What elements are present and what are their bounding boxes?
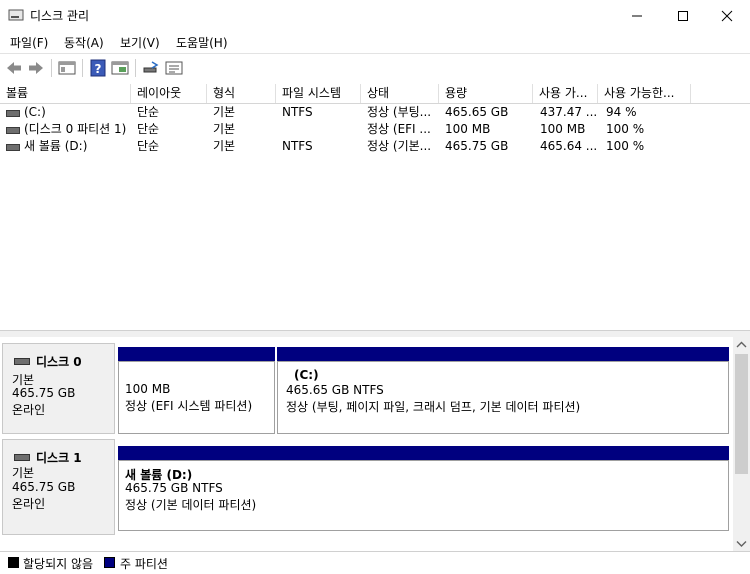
- column-type[interactable]: 형식: [207, 84, 276, 103]
- volume-disk-icon: [6, 127, 20, 134]
- vertical-scrollbar[interactable]: [733, 337, 750, 551]
- cell-status: 정상 (기본...: [367, 139, 432, 153]
- forward-arrow-icon[interactable]: [27, 59, 45, 77]
- partition-status: 정상 (EFI 시스템 파티션): [125, 399, 253, 413]
- properties-icon[interactable]: [111, 59, 129, 77]
- table-row[interactable]: (C:) 단순 기본 NTFS 정상 (부팅... 465.65 GB 437.…: [0, 104, 750, 121]
- volume-disk-icon: [6, 144, 20, 151]
- cell-layout: 단순: [137, 139, 160, 153]
- cell-status: 정상 (부팅...: [367, 105, 432, 119]
- cell-volume: (C:): [24, 105, 46, 119]
- cell-type: 기본: [213, 122, 236, 136]
- column-file-system[interactable]: 파일 시스템: [276, 84, 361, 103]
- minimize-icon: [632, 15, 642, 16]
- maximize-icon: [678, 10, 688, 21]
- menu-view[interactable]: 보기(V): [120, 34, 160, 51]
- partition-status: 정상 (기본 데이터 파티션): [125, 498, 257, 512]
- cell-status: 정상 (EFI ...: [367, 122, 431, 136]
- disk-icon: [14, 358, 30, 365]
- partition-size: 465.75 GB NTFS: [125, 481, 223, 495]
- close-icon: [721, 10, 733, 21]
- scroll-thumb[interactable]: [735, 354, 748, 474]
- disk-icon: [14, 454, 30, 461]
- back-arrow-icon[interactable]: [5, 59, 23, 77]
- disk-0-label[interactable]: 디스크 0 기본 465.75 GB 온라인: [2, 343, 115, 434]
- legend-primary-swatch: [104, 557, 115, 568]
- cell-free-space: 465.64 ...: [540, 139, 598, 153]
- menu-bar: 파일(F) 동작(A) 보기(V) 도움말(H): [0, 31, 750, 53]
- title-bar: 디스크 관리: [0, 0, 750, 31]
- help-icon[interactable]: ?: [89, 59, 107, 77]
- cell-type: 기본: [213, 139, 236, 153]
- cell-layout: 단순: [137, 122, 160, 136]
- cell-layout: 단순: [137, 105, 160, 119]
- cell-capacity: 100 MB: [445, 122, 491, 136]
- disk-size: 465.75 GB: [12, 386, 76, 400]
- cell-percent-free: 100 %: [606, 122, 645, 136]
- menu-file[interactable]: 파일(F): [10, 34, 48, 51]
- toolbar-separator: [82, 59, 83, 77]
- show-hide-console-tree-icon[interactable]: [58, 59, 76, 77]
- disk-graphical-view: 디스크 0 기본 465.75 GB 온라인 100 MB 정상 (EFI 시스…: [0, 337, 733, 549]
- rescan-icon[interactable]: [142, 59, 160, 77]
- volume-disk-icon: [6, 110, 20, 117]
- legend-primary-label: 주 파티션: [120, 557, 168, 571]
- menu-action[interactable]: 동작(A): [64, 34, 104, 51]
- svg-text:?: ?: [95, 62, 102, 76]
- cell-percent-free: 100 %: [606, 139, 645, 153]
- details-icon[interactable]: [165, 59, 183, 77]
- disk-management-app-icon: [8, 9, 24, 21]
- volume-list-header: 볼륨 레이아웃 형식 파일 시스템 상태 용량 사용 가... 사용 가능한..…: [0, 84, 750, 104]
- toolbar: ?: [0, 53, 750, 83]
- menu-help[interactable]: 도움말(H): [176, 34, 228, 51]
- close-button[interactable]: [704, 0, 750, 31]
- partition-size: 100 MB: [125, 382, 171, 396]
- table-row[interactable]: (디스크 0 파티션 1) 단순 기본 정상 (EFI ... 100 MB 1…: [0, 121, 750, 138]
- scroll-up-arrow-icon[interactable]: [736, 341, 747, 349]
- partition-status: 정상 (부팅, 페이지 파일, 크래시 덤프, 기본 데이터 파티션): [286, 400, 581, 414]
- partition-header-bar: [118, 347, 275, 361]
- partition-header-bar: [277, 347, 729, 361]
- window-title: 디스크 관리: [30, 9, 90, 23]
- table-row[interactable]: 새 볼륨 (D:) 단순 기본 NTFS 정상 (기본... 465.75 GB…: [0, 138, 750, 155]
- disk-state: 온라인: [12, 403, 46, 417]
- column-status[interactable]: 상태: [361, 84, 439, 103]
- cell-capacity: 465.65 GB: [445, 105, 509, 119]
- column-capacity[interactable]: 용량: [439, 84, 533, 103]
- maximize-button[interactable]: [660, 0, 706, 31]
- legend-unallocated-label: 할당되지 않음: [23, 557, 94, 571]
- cell-free-space: 437.47 ...: [540, 105, 598, 119]
- partition-c[interactable]: (C:) 465.65 GB NTFS 정상 (부팅, 페이지 파일, 크래시 …: [277, 361, 729, 434]
- column-volume[interactable]: 볼륨: [0, 84, 131, 103]
- column-percent-free[interactable]: 사용 가능한...: [598, 84, 691, 103]
- cell-file-system: NTFS: [282, 139, 313, 153]
- partition-header-bar: [118, 446, 729, 460]
- legend-bar: 할당되지 않음 주 파티션: [0, 551, 750, 574]
- toolbar-separator: [135, 59, 136, 77]
- minimize-button[interactable]: [614, 0, 660, 31]
- partition-size: 465.65 GB NTFS: [286, 383, 384, 397]
- disk-name: 디스크 1: [36, 451, 82, 465]
- cell-file-system: NTFS: [282, 105, 313, 119]
- disk-state: 온라인: [12, 497, 46, 511]
- partition-d[interactable]: 새 볼륨 (D:) 465.75 GB NTFS 정상 (기본 데이터 파티션): [118, 460, 729, 531]
- cell-type: 기본: [213, 105, 236, 119]
- legend-unallocated-swatch: [8, 557, 19, 568]
- disk-name: 디스크 0: [36, 355, 82, 369]
- disk-kind: 기본: [12, 466, 35, 480]
- cell-volume: (디스크 0 파티션 1): [24, 122, 127, 136]
- cell-capacity: 465.75 GB: [445, 139, 509, 153]
- cell-volume: 새 볼륨 (D:): [24, 139, 88, 153]
- scroll-down-arrow-icon[interactable]: [736, 540, 747, 548]
- disk-size: 465.75 GB: [12, 480, 76, 494]
- disk-1-label[interactable]: 디스크 1 기본 465.75 GB 온라인: [2, 439, 115, 535]
- column-layout[interactable]: 레이아웃: [131, 84, 207, 103]
- cell-percent-free: 94 %: [606, 105, 637, 119]
- column-free-space[interactable]: 사용 가...: [533, 84, 598, 103]
- partition-title: (C:): [294, 368, 319, 382]
- partition-efi[interactable]: 100 MB 정상 (EFI 시스템 파티션): [118, 361, 275, 434]
- cell-free-space: 100 MB: [540, 122, 586, 136]
- toolbar-separator: [51, 59, 52, 77]
